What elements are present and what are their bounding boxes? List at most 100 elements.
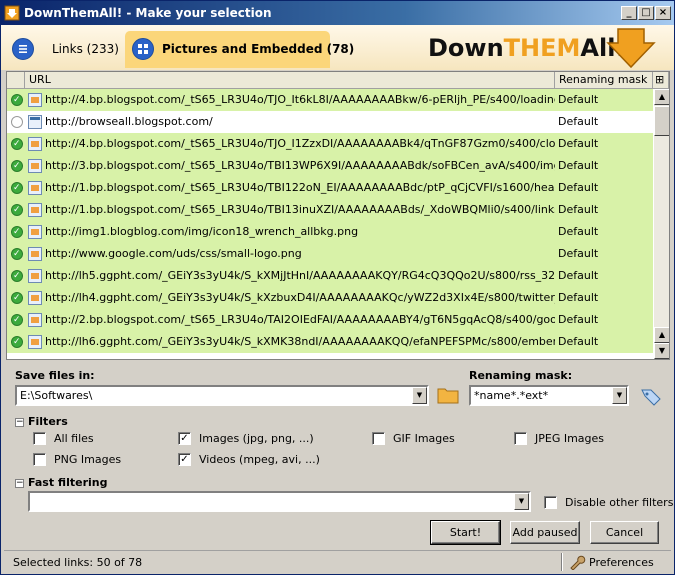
- filter-videos-checkbox[interactable]: ✓: [178, 453, 191, 466]
- disable-other-filters-checkbox[interactable]: [544, 496, 557, 509]
- add-paused-button[interactable]: Add paused: [510, 521, 580, 544]
- header: Links (233) Pictures and Embedded (78) D…: [1, 25, 674, 70]
- tab-pictures-label: Pictures and Embedded (78): [162, 42, 355, 56]
- fast-filter-input[interactable]: ▼: [28, 491, 531, 512]
- select-toggle-icon[interactable]: [11, 331, 23, 353]
- filter-gif-checkbox[interactable]: [372, 432, 385, 445]
- cancel-button[interactable]: Cancel: [590, 521, 659, 544]
- select-toggle-icon[interactable]: [11, 265, 23, 287]
- list-item[interactable]: http://lh5.ggpht.com/_GEiY3s3yU4k/S_kXMj…: [7, 265, 653, 287]
- image-icon: [28, 335, 42, 349]
- filters-label: Filters: [28, 415, 68, 428]
- dropdown-arrow-icon[interactable]: ▼: [612, 387, 627, 404]
- list-item[interactable]: http://1.bp.blogspot.com/_tS65_LR3U4o/TB…: [7, 177, 653, 199]
- select-toggle-icon[interactable]: [11, 243, 23, 265]
- list-item[interactable]: http://3.bp.blogspot.com/_tS65_LR3U4o/TB…: [7, 155, 653, 177]
- renaming-mask-label: Renaming mask:: [469, 369, 573, 382]
- minimize-button[interactable]: _: [621, 6, 637, 20]
- link-url: http://browseall.blogspot.com/: [45, 115, 213, 128]
- filter-all-files-checkbox[interactable]: [33, 432, 46, 445]
- save-folder-value: E:\Softwares\: [20, 389, 93, 402]
- tag-icon[interactable]: [639, 386, 663, 406]
- dropdown-arrow-icon[interactable]: ▼: [412, 387, 427, 404]
- folder-icon[interactable]: [437, 386, 459, 404]
- link-renaming-mask: Default: [558, 313, 599, 326]
- image-icon: [28, 225, 42, 239]
- select-toggle-icon[interactable]: [11, 287, 23, 309]
- grid-icon: [132, 38, 154, 60]
- select-toggle-icon[interactable]: [11, 221, 23, 243]
- column-check[interactable]: [7, 72, 25, 88]
- dropdown-arrow-icon[interactable]: ▼: [514, 493, 529, 510]
- list-item[interactable]: http://www.google.com/uds/css/small-logo…: [7, 243, 653, 265]
- list-item[interactable]: http://lh6.ggpht.com/_GEiY3s3yU4k/S_kXMK…: [7, 331, 653, 353]
- select-toggle-icon[interactable]: [11, 309, 23, 331]
- list-icon: [12, 38, 34, 60]
- select-toggle-icon[interactable]: [11, 133, 23, 155]
- select-toggle-icon[interactable]: [11, 155, 23, 177]
- image-icon: [28, 247, 42, 261]
- link-url: http://1.bp.blogspot.com/_tS65_LR3U4o/TB…: [45, 203, 555, 216]
- filter-png-label: PNG Images: [54, 453, 122, 466]
- link-url: http://2.bp.blogspot.com/_tS65_LR3U4o/TA…: [45, 313, 555, 326]
- list-item[interactable]: http://img1.blogblog.com/img/icon18_wren…: [7, 221, 653, 243]
- scroll-thumb[interactable]: [654, 106, 669, 136]
- link-url: http://1.bp.blogspot.com/_tS65_LR3U4o/TB…: [45, 181, 555, 194]
- select-toggle-icon[interactable]: [11, 89, 23, 111]
- list-item[interactable]: http://1.bp.blogspot.com/_tS65_LR3U4o/TB…: [7, 199, 653, 221]
- filter-jpeg-checkbox[interactable]: [514, 432, 527, 445]
- tab-links[interactable]: Links (233): [5, 31, 121, 68]
- image-icon: [28, 203, 42, 217]
- preferences-button[interactable]: Preferences: [566, 554, 658, 570]
- filter-png-checkbox[interactable]: [33, 453, 46, 466]
- links-list[interactable]: URL Renaming mask ⊞ http://4.bp.blogspot…: [6, 71, 670, 360]
- dta-window: DownThemAll! - Make your selection _ □ ×…: [0, 0, 675, 575]
- list-item[interactable]: http://browseall.blogspot.com/Default: [7, 111, 653, 133]
- list-item[interactable]: http://4.bp.blogspot.com/_tS65_LR3U4o/TJ…: [7, 133, 653, 155]
- preferences-label: Preferences: [589, 556, 654, 569]
- save-folder-combo[interactable]: E:\Softwares\ ▼: [15, 385, 429, 406]
- select-toggle-icon[interactable]: [11, 116, 23, 128]
- scroll-down-icon[interactable]: ▼: [654, 343, 669, 359]
- filter-all-files-label: All files: [54, 432, 94, 445]
- start-button[interactable]: Start!: [430, 520, 501, 545]
- selected-links-status: Selected links: 50 of 78: [13, 556, 143, 569]
- window-title: DownThemAll! - Make your selection: [24, 6, 272, 20]
- list-item[interactable]: http://2.bp.blogspot.com/_tS65_LR3U4o/TA…: [7, 309, 653, 331]
- column-header: URL Renaming mask ⊞: [7, 72, 669, 89]
- image-icon: [28, 313, 42, 327]
- filter-images-checkbox[interactable]: ✓: [178, 432, 191, 445]
- select-toggle-icon[interactable]: [11, 199, 23, 221]
- image-icon: [28, 159, 42, 173]
- fast-filtering-group[interactable]: − Fast filtering: [15, 476, 107, 489]
- link-renaming-mask: Default: [558, 335, 599, 348]
- scroll-up-icon[interactable]: ▲: [654, 89, 669, 105]
- collapse-icon[interactable]: −: [15, 478, 24, 488]
- collapse-icon[interactable]: −: [15, 417, 24, 427]
- downthemall-app-icon: [4, 5, 20, 21]
- page-icon: [28, 115, 42, 129]
- fast-filtering-label: Fast filtering: [28, 476, 108, 489]
- title-bar[interactable]: DownThemAll! - Make your selection _ □ ×: [1, 1, 674, 25]
- filter-videos-label: Videos (mpeg, avi, ...): [199, 453, 320, 466]
- scroll-down-icon[interactable]: ▲: [654, 327, 669, 343]
- status-separator: [561, 553, 563, 571]
- link-renaming-mask: Default: [558, 115, 599, 128]
- filters-group[interactable]: − Filters: [15, 415, 68, 428]
- list-item[interactable]: http://4.bp.blogspot.com/_tS65_LR3U4o/TJ…: [7, 89, 653, 111]
- select-toggle-icon[interactable]: [11, 177, 23, 199]
- renaming-mask-combo[interactable]: *name*.*ext* ▼: [469, 385, 629, 406]
- maximize-button[interactable]: □: [638, 6, 654, 20]
- wrench-icon: [570, 555, 586, 570]
- list-item[interactable]: http://lh4.ggpht.com/_GEiY3s3yU4k/S_kXzb…: [7, 287, 653, 309]
- tab-pictures-embedded[interactable]: Pictures and Embedded (78): [125, 31, 354, 68]
- link-renaming-mask: Default: [558, 247, 599, 260]
- column-renaming-mask[interactable]: Renaming mask: [555, 72, 653, 88]
- vertical-scrollbar[interactable]: ▲ ▲ ▼: [654, 89, 669, 359]
- close-button[interactable]: ×: [655, 6, 671, 20]
- image-icon: [28, 181, 42, 195]
- link-url: http://lh4.ggpht.com/_GEiY3s3yU4k/S_kXzb…: [45, 291, 555, 304]
- column-url[interactable]: URL: [25, 72, 555, 88]
- column-picker-icon[interactable]: ⊞: [653, 72, 669, 88]
- link-renaming-mask: Default: [558, 291, 599, 304]
